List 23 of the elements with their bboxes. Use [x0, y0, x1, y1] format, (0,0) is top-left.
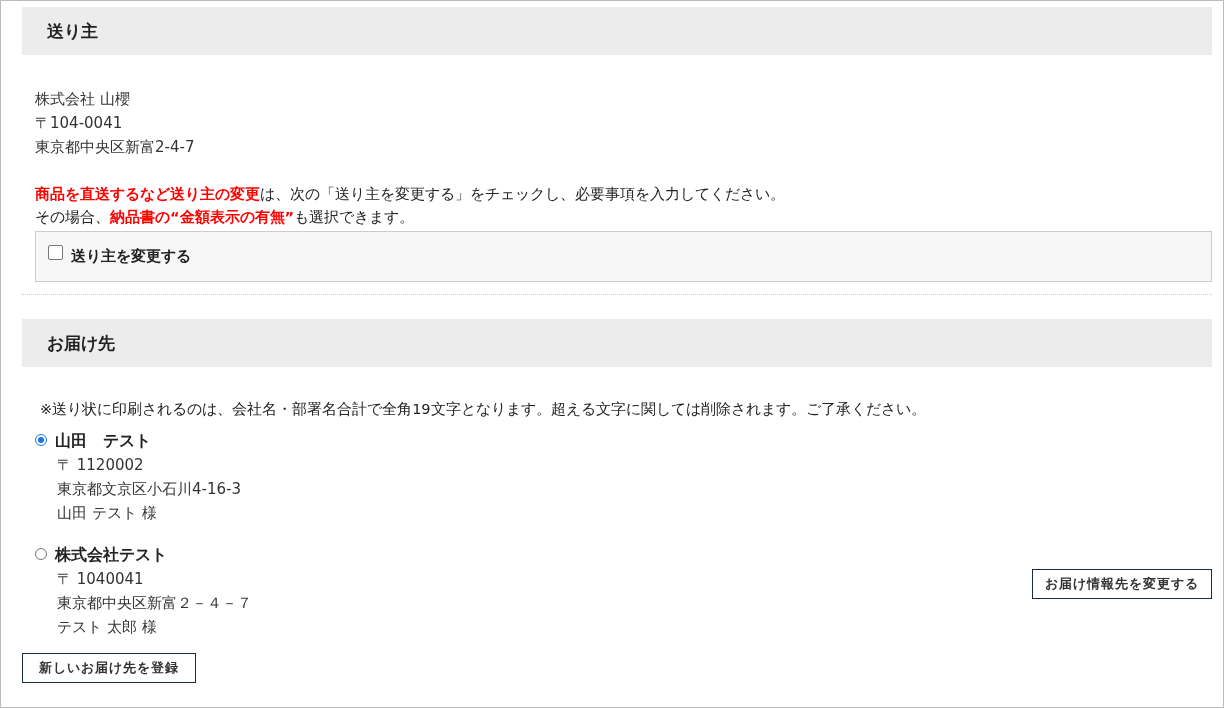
change-sender-checkbox[interactable]: 送り主を変更する [35, 231, 1212, 282]
address-name: 株式会社テスト [55, 544, 168, 566]
notice-text: 商品を直送するなど送り主の変更は、次の「送り主を変更する」をチェックし、必要事項を入力してください。 [35, 185, 786, 204]
recipient-name: 山田 テスト 様 [56, 503, 158, 524]
postal-code: 〒 1040041 [56, 569, 145, 590]
address-line: 東京都文京区小石川4-16-3 [56, 479, 241, 500]
checkbox-label: 送り主を変更する [71, 247, 191, 266]
sender-address-line: 〒104-0041 [35, 113, 124, 134]
sender-address-line: 東京都中央区新富2-4-7 [35, 137, 196, 158]
notice-text: ※送り状に印刷されるのは、会社名・部署名合計で全角19文字となります。超える文字に関しては削除されます。ご了承ください。 [39, 400, 927, 419]
recipient-name: テスト 太郎 様 [56, 617, 158, 638]
address-name: 山田 テスト [55, 430, 152, 452]
section-title: 送り主 [22, 7, 1212, 55]
radio-button[interactable] [35, 434, 47, 446]
sender-address-line: 株式会社 山櫻 [35, 89, 131, 110]
radio-button[interactable] [35, 548, 47, 560]
section-title: お届け先 [22, 319, 1212, 367]
checkbox-icon[interactable] [48, 245, 63, 260]
notice-text: その場合、納品書の“金額表示の有無”も選択できます。 [35, 208, 416, 227]
change-delivery-button[interactable]: お届け情報先を変更する [1032, 569, 1212, 599]
register-address-button[interactable]: 新しいお届け先を登録 [22, 653, 196, 683]
postal-code: 〒 1120002 [56, 455, 145, 476]
address-line: 東京都中央区新富２－４－７ [56, 593, 252, 614]
